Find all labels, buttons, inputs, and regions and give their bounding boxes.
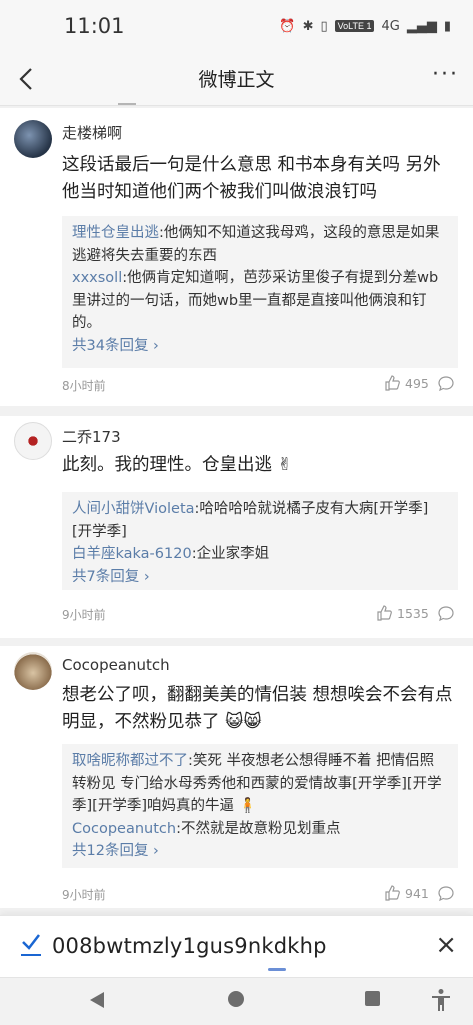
bluetooth-icon: ✱ [302, 18, 314, 34]
comment-bubble-icon[interactable] [437, 885, 455, 903]
thumbs-up-icon [377, 605, 392, 621]
comment-text: 想老公了呗，翻翻美美的情侣装 想想唉会不会有点明显，不然粉见恭了 😺😸 [62, 685, 453, 732]
clipboard-sheet: 008bwtmzly1gus9nkdkhp × [0, 915, 473, 978]
replies-box[interactable]: 人间小甜饼Violeta:哈哈哈哈就说橘子皮有大病[开学季][开学季] 白羊座k… [62, 492, 458, 590]
emoji-faces: 😺😸 [225, 712, 262, 732]
reply-username[interactable]: 理性仓皇出逃 [72, 225, 159, 241]
more-replies-link[interactable]: 共12条回复 › [72, 840, 448, 863]
text-cursor-handle[interactable] [268, 968, 286, 971]
chevron-left-icon[interactable] [12, 64, 42, 94]
reply-text: :不然就是故意粉见划重点 [176, 820, 341, 837]
reply-username[interactable]: xxxsoll [72, 270, 122, 286]
reply-username[interactable]: 人间小甜饼Violeta [72, 501, 195, 517]
comment-username[interactable]: Cocopeanutch [62, 656, 170, 674]
nav-bar: 微博正文 ··· [0, 52, 473, 106]
comment-card: 走楼梯啊 这段话最后一句是什么意思 和书本身有关吗 另外 他当时知道他们两个被我… [0, 108, 473, 406]
status-icons: ⏰ ✱ ▯ VoLTE 1 4G ▂▄▆ ▮ [279, 19, 451, 34]
comment-card: Cocopeanutch 想老公了呗，翻翻美美的情侣装 想想唉会不会有点明显，不… [0, 646, 473, 908]
like-count: 941 [405, 885, 429, 901]
like-count: 495 [405, 375, 429, 391]
like-button[interactable]: 1535 [376, 605, 429, 621]
comment-bubble-icon[interactable] [437, 375, 455, 393]
reply-item: 白羊座kaka-6120:企业家李姐 [72, 543, 448, 566]
replies-box[interactable]: 取啥昵称都过不了:笑死 半夜想老公想得睡不着 把情侣照转粉见 专门给水母秀秀他和… [62, 744, 458, 868]
more-replies-link[interactable]: 共7条回复 › [72, 566, 448, 589]
check-underline [21, 954, 41, 956]
reply-item: 理性仓皇出逃:他俩知不知道这我母鸡，这段的意思是如果逃避将失去重要的东西 [72, 222, 448, 267]
comment-time: 9小时前 [62, 608, 106, 622]
victory-hand-emoji: ✌ [277, 455, 293, 475]
thumbs-up-icon [385, 885, 400, 901]
page-title: 微博正文 [198, 69, 275, 91]
avatar[interactable] [14, 652, 52, 690]
battery-icon: ▮ [443, 18, 451, 34]
avatar[interactable] [14, 120, 52, 158]
comment-text: 此刻。我的理性。仓皇出逃 ✌ [62, 455, 293, 475]
comment-bubble-icon[interactable] [437, 605, 455, 623]
emoji-figure: 🧍 [238, 798, 257, 814]
check-icon[interactable] [20, 932, 42, 952]
comment-username[interactable]: 走楼梯啊 [62, 122, 122, 143]
system-nav-bar [0, 977, 473, 1025]
status-time: 11:01 [64, 14, 125, 38]
reply-text: :他俩肯定知道啊，芭莎采访里俊子有提到分差wb里讲过的一句话，而她wb里一直都是… [72, 270, 439, 331]
more-options-icon[interactable]: ··· [432, 62, 459, 87]
reply-username[interactable]: 白羊座kaka-6120 [72, 546, 192, 562]
reply-text: :企业家李姐 [191, 546, 270, 562]
network-label: 4G [381, 18, 400, 34]
like-button[interactable]: 495 [384, 375, 429, 391]
like-count: 1535 [397, 605, 429, 621]
vibrate-icon: ▯ [320, 18, 328, 34]
scroll-indicator [118, 103, 136, 105]
reply-item: 人间小甜饼Violeta:哈哈哈哈就说橘子皮有大病[开学季][开学季] [72, 498, 448, 543]
thumbs-up-icon [385, 375, 400, 391]
comment-username[interactable]: 二乔173 [62, 426, 121, 447]
comment-card: 二乔173 此刻。我的理性。仓皇出逃 ✌ 人间小甜饼Violeta:哈哈哈哈就说… [0, 416, 473, 638]
comment-time: 8小时前 [62, 379, 106, 393]
comment-time: 9小时前 [62, 888, 106, 902]
accessibility-icon[interactable] [430, 988, 452, 1012]
nav-home-icon[interactable] [228, 991, 244, 1007]
reply-username[interactable]: 取啥昵称都过不了 [72, 753, 188, 769]
nav-recents-icon[interactable] [365, 991, 380, 1006]
volte-badge: VoLTE 1 [334, 20, 375, 32]
reply-item: 取啥昵称都过不了:笑死 半夜想老公想得睡不着 把情侣照转粉见 专门给水母秀秀他和… [72, 750, 448, 818]
text-field[interactable]: 008bwtmzly1gus9nkdkhp [52, 934, 327, 958]
nav-back-icon[interactable] [90, 992, 104, 1008]
close-icon[interactable]: × [435, 930, 457, 960]
more-replies-link[interactable]: 共34条回复 › [72, 335, 448, 358]
alarm-icon: ⏰ [279, 18, 296, 34]
avatar[interactable] [14, 422, 52, 460]
reply-item: Cocopeanutch:不然就是故意粉见划重点 [72, 818, 448, 841]
status-bar: 11:01 ⏰ ✱ ▯ VoLTE 1 4G ▂▄▆ ▮ [0, 0, 473, 52]
replies-box[interactable]: 理性仓皇出逃:他俩知不知道这我母鸡，这段的意思是如果逃避将失去重要的东西 xxx… [62, 216, 458, 368]
like-button[interactable]: 941 [384, 885, 429, 901]
reply-username[interactable]: Cocopeanutch [72, 821, 176, 837]
comment-text: 这段话最后一句是什么意思 和书本身有关吗 另外 他当时知道他们两个被我们叫做浪浪… [62, 155, 441, 202]
reply-item: xxxsoll:他俩肯定知道啊，芭莎采访里俊子有提到分差wb里讲过的一句话，而她… [72, 267, 448, 335]
signal-icon: ▂▄▆ [406, 18, 437, 34]
